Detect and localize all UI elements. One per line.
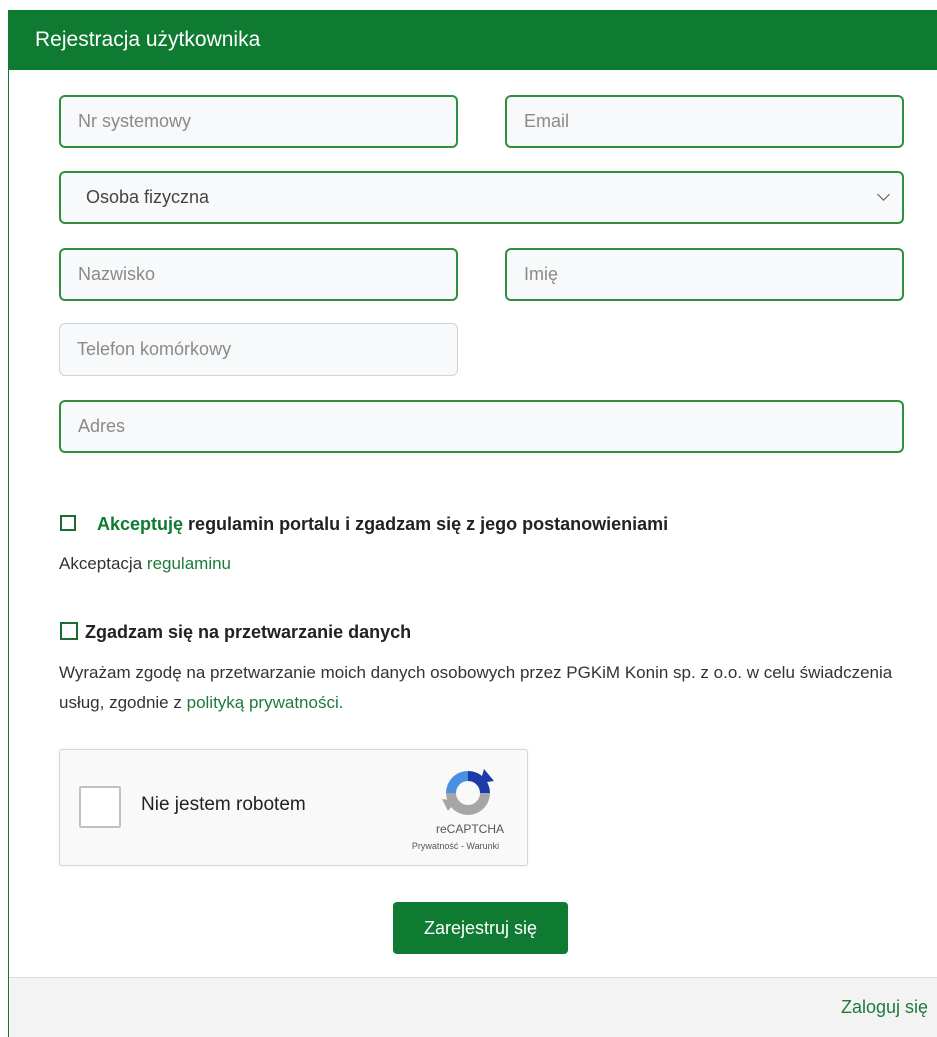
terms-note-prefix: Akceptacja	[59, 554, 143, 573]
terms-note: Akceptacja regulaminu	[59, 549, 231, 579]
privacy-policy-link[interactable]: polityką prywatności.	[187, 693, 344, 712]
register-button[interactable]: Zarejestruj się	[393, 902, 568, 954]
first-name-input[interactable]	[505, 248, 904, 301]
chevron-down-icon	[877, 188, 890, 201]
terms-label-text: regulamin portalu i zgadzam się z jego p…	[188, 514, 669, 534]
page-title: Rejestracja użytkownika	[35, 28, 261, 51]
card-footer: Zaloguj się	[9, 977, 937, 1037]
recaptcha-brand: reCAPTCHA	[435, 822, 504, 836]
terms-label[interactable]: Akceptuję regulamin portalu i zgadzam si…	[97, 514, 668, 535]
system-number-input[interactable]	[59, 95, 458, 148]
terms-label-highlight: Akceptuję	[97, 514, 184, 534]
mobile-phone-input[interactable]	[59, 323, 458, 376]
last-name-input[interactable]	[59, 248, 458, 301]
recaptcha-label: Nie jestem robotem	[141, 794, 306, 815]
recaptcha-links[interactable]: Prywatność - Warunki	[388, 841, 523, 851]
person-type-value: Osoba fizyczna	[86, 187, 210, 207]
recaptcha-logo-icon	[442, 769, 494, 815]
privacy-text: Wyrażam zgodę na przetwarzanie moich dan…	[59, 658, 909, 718]
privacy-checkbox[interactable]	[60, 622, 78, 640]
privacy-text-body: Wyrażam zgodę na przetwarzanie moich dan…	[59, 663, 893, 712]
recaptcha-checkbox[interactable]	[79, 786, 121, 828]
terms-link[interactable]: regulaminu	[147, 554, 231, 573]
person-type-select[interactable]: Osoba fizyczna	[59, 171, 904, 224]
email-input[interactable]	[505, 95, 904, 148]
registration-card: Rejestracja użytkownika Osoba fizyczna A…	[8, 10, 937, 1037]
terms-checkbox[interactable]	[60, 515, 76, 531]
card-header: Rejestracja użytkownika	[9, 10, 937, 70]
recaptcha-widget: Nie jestem robotem reCAPTCHA Prywatność …	[59, 749, 528, 866]
login-link[interactable]: Zaloguj się	[841, 997, 928, 1018]
privacy-label[interactable]: Zgadzam się na przetwarzanie danych	[85, 622, 411, 643]
address-input[interactable]	[59, 400, 904, 453]
